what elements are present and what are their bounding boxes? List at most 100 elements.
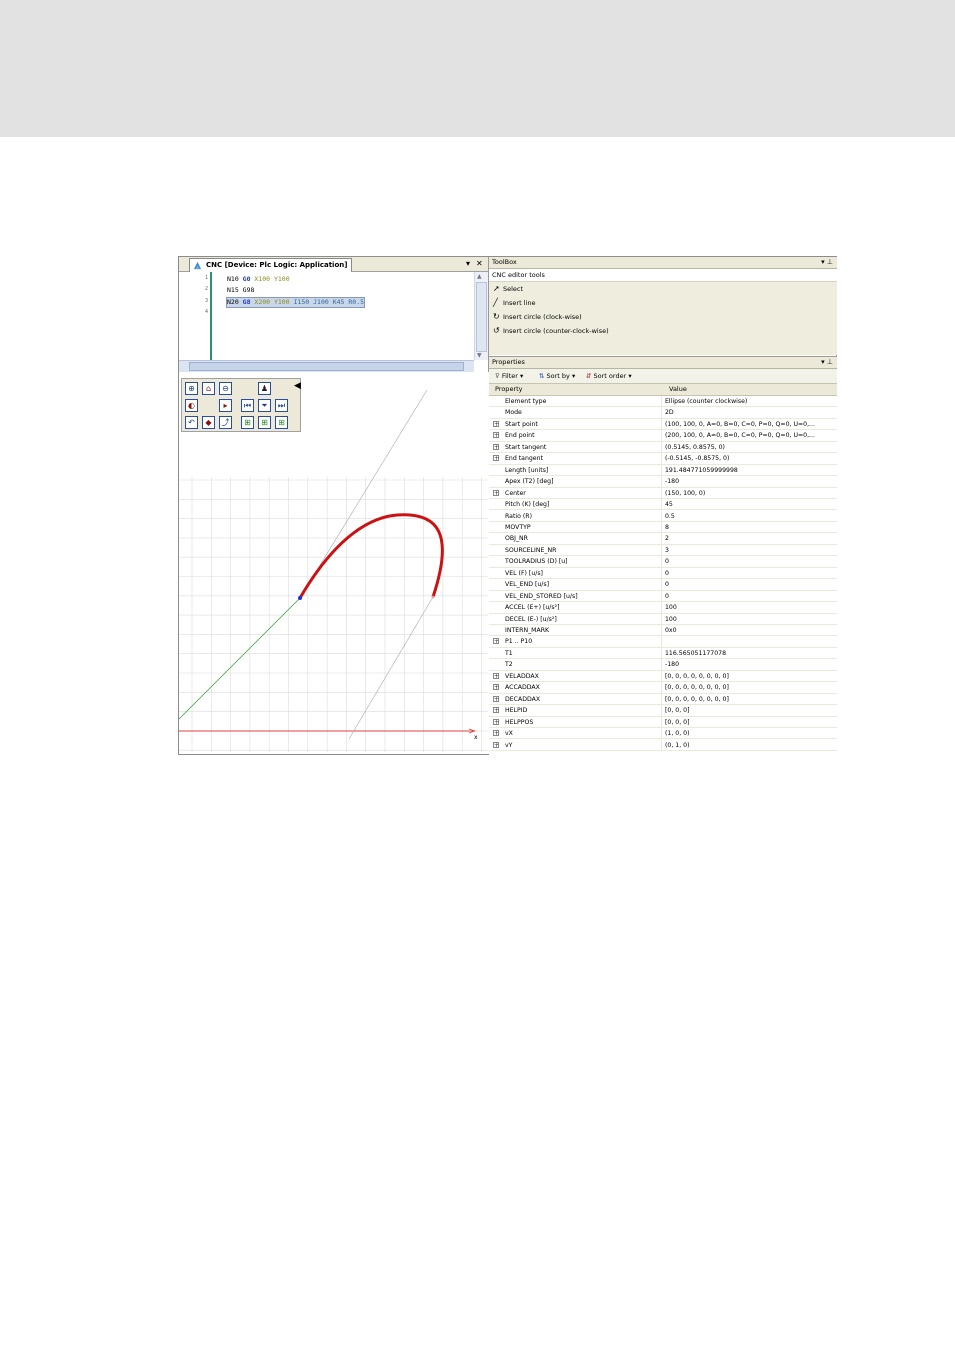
code-line[interactable]: N20 G8 X200 Y100 I150 J100 K45 R0.5 [225, 296, 366, 308]
pin-icon[interactable]: ▾ ⊥ [818, 357, 833, 368]
expand-icon[interactable]: + [493, 741, 499, 748]
hscroll-thumb[interactable] [189, 362, 464, 371]
property-value[interactable]: 0.5 [665, 511, 835, 521]
zoom-window-icon[interactable]: ▸ [219, 399, 232, 412]
property-value[interactable]: 116.565051177078 [665, 648, 835, 658]
col-value[interactable]: Value [669, 384, 687, 395]
property-value[interactable]: Ellipse (counter clockwise) [665, 396, 835, 406]
fit-icon[interactable]: ◐ [185, 399, 198, 412]
collapse-toolbar-icon[interactable]: ◀ [294, 381, 301, 391]
property-row[interactable]: TOOLRADIUS (D) [u] 0 [489, 556, 837, 568]
property-value[interactable]: 8 [665, 522, 835, 532]
scroll-down-icon[interactable]: ▼ [477, 352, 482, 359]
sort-by-button[interactable]: ⇅ Sort by ▾ [539, 369, 575, 383]
expand-icon[interactable]: + [493, 707, 499, 714]
property-row[interactable]: + P1 .. P10 [489, 636, 837, 648]
property-row[interactable]: T1 116.565051177078 [489, 647, 837, 660]
property-value[interactable]: 0 [665, 579, 835, 589]
property-row[interactable]: Apex (T2) [deg] -180 [489, 476, 837, 488]
property-value[interactable]: [0, 0, 0, 0, 0, 0, 0, 0] [665, 671, 835, 681]
property-value[interactable]: 100 [665, 602, 835, 612]
expand-icon[interactable]: + [493, 718, 499, 725]
property-row[interactable]: VEL_END_STORED [u/s] 0 [489, 590, 837, 603]
property-value[interactable]: 0 [665, 556, 835, 566]
expand-icon[interactable]: + [493, 455, 499, 462]
property-value[interactable]: 2D [665, 407, 835, 417]
toolbox-item[interactable]: ↺ Insert circle (counter-clock-wise) [493, 325, 609, 337]
grid-a-icon[interactable]: ⊞ [241, 416, 254, 429]
next-icon[interactable]: ⏭ [275, 399, 288, 412]
property-value[interactable]: 45 [665, 499, 835, 509]
property-row[interactable]: VEL_END [u/s] 0 [489, 579, 837, 591]
editor-tab[interactable]: CNC [Device: Plc Logic: Application] [189, 258, 353, 272]
property-row[interactable]: + ACCADDAX [0, 0, 0, 0, 0, 0, 0, 0] [489, 682, 837, 694]
start-point-marker[interactable] [298, 596, 302, 600]
pin-icon[interactable]: ▾ ⊥ [818, 257, 833, 268]
col-property[interactable]: Property [495, 384, 523, 395]
toolbox-item[interactable]: ↻ Insert circle (clock-wise) [493, 311, 582, 323]
scroll-thumb[interactable] [476, 282, 487, 352]
property-value[interactable]: (200, 100, 0, A=0, B=0, C=0, P=0, Q=0, U… [665, 430, 835, 440]
property-value[interactable]: 191.484771059999998 [665, 465, 835, 475]
property-row[interactable]: + Start tangent (0.5145, 0.8575, 0) [489, 441, 837, 454]
filter-button[interactable]: ⊽ Filter ▾ [495, 369, 523, 383]
property-value[interactable]: 0 [665, 591, 835, 601]
curve-icon[interactable]: ⤴ [219, 416, 232, 429]
property-row[interactable]: SOURCELINE_NR 3 [489, 544, 837, 557]
property-value[interactable]: (0.5145, 0.8575, 0) [665, 442, 835, 452]
property-value[interactable]: 2 [665, 533, 835, 543]
code-line[interactable]: N15 G98 [227, 286, 254, 295]
property-row[interactable]: MOVTYP 8 [489, 521, 837, 534]
property-row[interactable]: + VELADDAX [0, 0, 0, 0, 0, 0, 0, 0] [489, 670, 837, 683]
property-row[interactable]: + HELPID [0, 0, 0] [489, 705, 837, 717]
view3d-icon[interactable]: ◆ [202, 416, 215, 429]
tab-dropdown-icon[interactable]: ▾ [466, 259, 470, 269]
vertical-scrollbar[interactable]: ▲ ▼ [474, 272, 488, 360]
expand-icon[interactable]: + [493, 489, 499, 496]
expand-icon[interactable]: + [493, 695, 499, 702]
home-icon[interactable]: ⌂ [202, 382, 215, 395]
toolbox-item[interactable]: ╱ Insert line [493, 297, 535, 309]
code-line[interactable]: N10 G0 X100 Y100 [227, 275, 290, 284]
property-value[interactable]: 100 [665, 614, 835, 624]
pawn-icon[interactable]: ♟ [258, 382, 271, 395]
property-row[interactable]: + End tangent (-0.5145, -0.8575, 0) [489, 453, 837, 465]
property-row[interactable]: + Center (150, 100, 0) [489, 487, 837, 500]
expand-icon[interactable]: + [493, 432, 499, 439]
property-row[interactable]: VEL (F) [u/s] 0 [489, 567, 837, 580]
property-row[interactable]: Pitch (K) [deg] 45 [489, 499, 837, 511]
expand-icon[interactable]: + [493, 672, 499, 679]
property-value[interactable]: [0, 0, 0] [665, 705, 835, 715]
expand-icon[interactable]: + [493, 730, 499, 737]
property-value[interactable]: [0, 0, 0, 0, 0, 0, 0, 0] [665, 682, 835, 692]
zoom-out-icon[interactable]: ⊖ [219, 382, 232, 395]
stop-icon[interactable]: ⏷ [258, 399, 271, 412]
property-value[interactable]: (1, 0, 0) [665, 728, 835, 738]
property-value[interactable]: 0 [665, 568, 835, 578]
property-value[interactable]: [0, 0, 0] [665, 717, 835, 727]
property-value[interactable]: (100, 100, 0, A=0, B=0, C=0, P=0, Q=0, U… [665, 419, 835, 429]
property-row[interactable]: + DECADDAX [0, 0, 0, 0, 0, 0, 0, 0] [489, 693, 837, 706]
cnc-graphic-view[interactable]: x ⊕ ⌂ ⊖ ♟ ◐ ▸ ⏮ ⏷ ⏭ ↶ ◆ ⤴ ⊞ ⊞ ⊞ ◀ [179, 374, 488, 754]
property-value[interactable]: 3 [665, 545, 835, 555]
scroll-up-icon[interactable]: ▲ [477, 273, 482, 280]
property-row[interactable]: + vY (0, 1, 0) [489, 739, 837, 751]
previous-icon[interactable]: ⏮ [241, 399, 254, 412]
toolbox-item[interactable]: ➚ Select [493, 283, 523, 295]
expand-icon[interactable]: + [493, 638, 499, 645]
wire-icon[interactable]: ↶ [185, 416, 198, 429]
property-row[interactable]: + HELPPOS [0, 0, 0] [489, 716, 837, 729]
grid-c-icon[interactable]: ⊞ [275, 416, 288, 429]
property-row[interactable]: Ratio (R) 0.5 [489, 510, 837, 522]
ellipse-arc[interactable] [298, 513, 444, 599]
property-row[interactable]: + Start point (100, 100, 0, A=0, B=0, C=0,… [489, 418, 837, 431]
property-value[interactable]: (0, 1, 0) [665, 740, 835, 750]
zoom-in-icon[interactable]: ⊕ [185, 382, 198, 395]
horizontal-scrollbar[interactable] [179, 360, 474, 372]
property-row[interactable]: Mode 2D [489, 407, 837, 419]
property-row[interactable]: INTERN_MARK 0x0 [489, 625, 837, 637]
property-value[interactable]: -180 [665, 476, 835, 486]
grid-b-icon[interactable]: ⊞ [258, 416, 271, 429]
toolbox-section[interactable]: CNC editor tools [489, 269, 837, 282]
property-row[interactable]: Length [units] 191.484771059999998 [489, 464, 837, 477]
